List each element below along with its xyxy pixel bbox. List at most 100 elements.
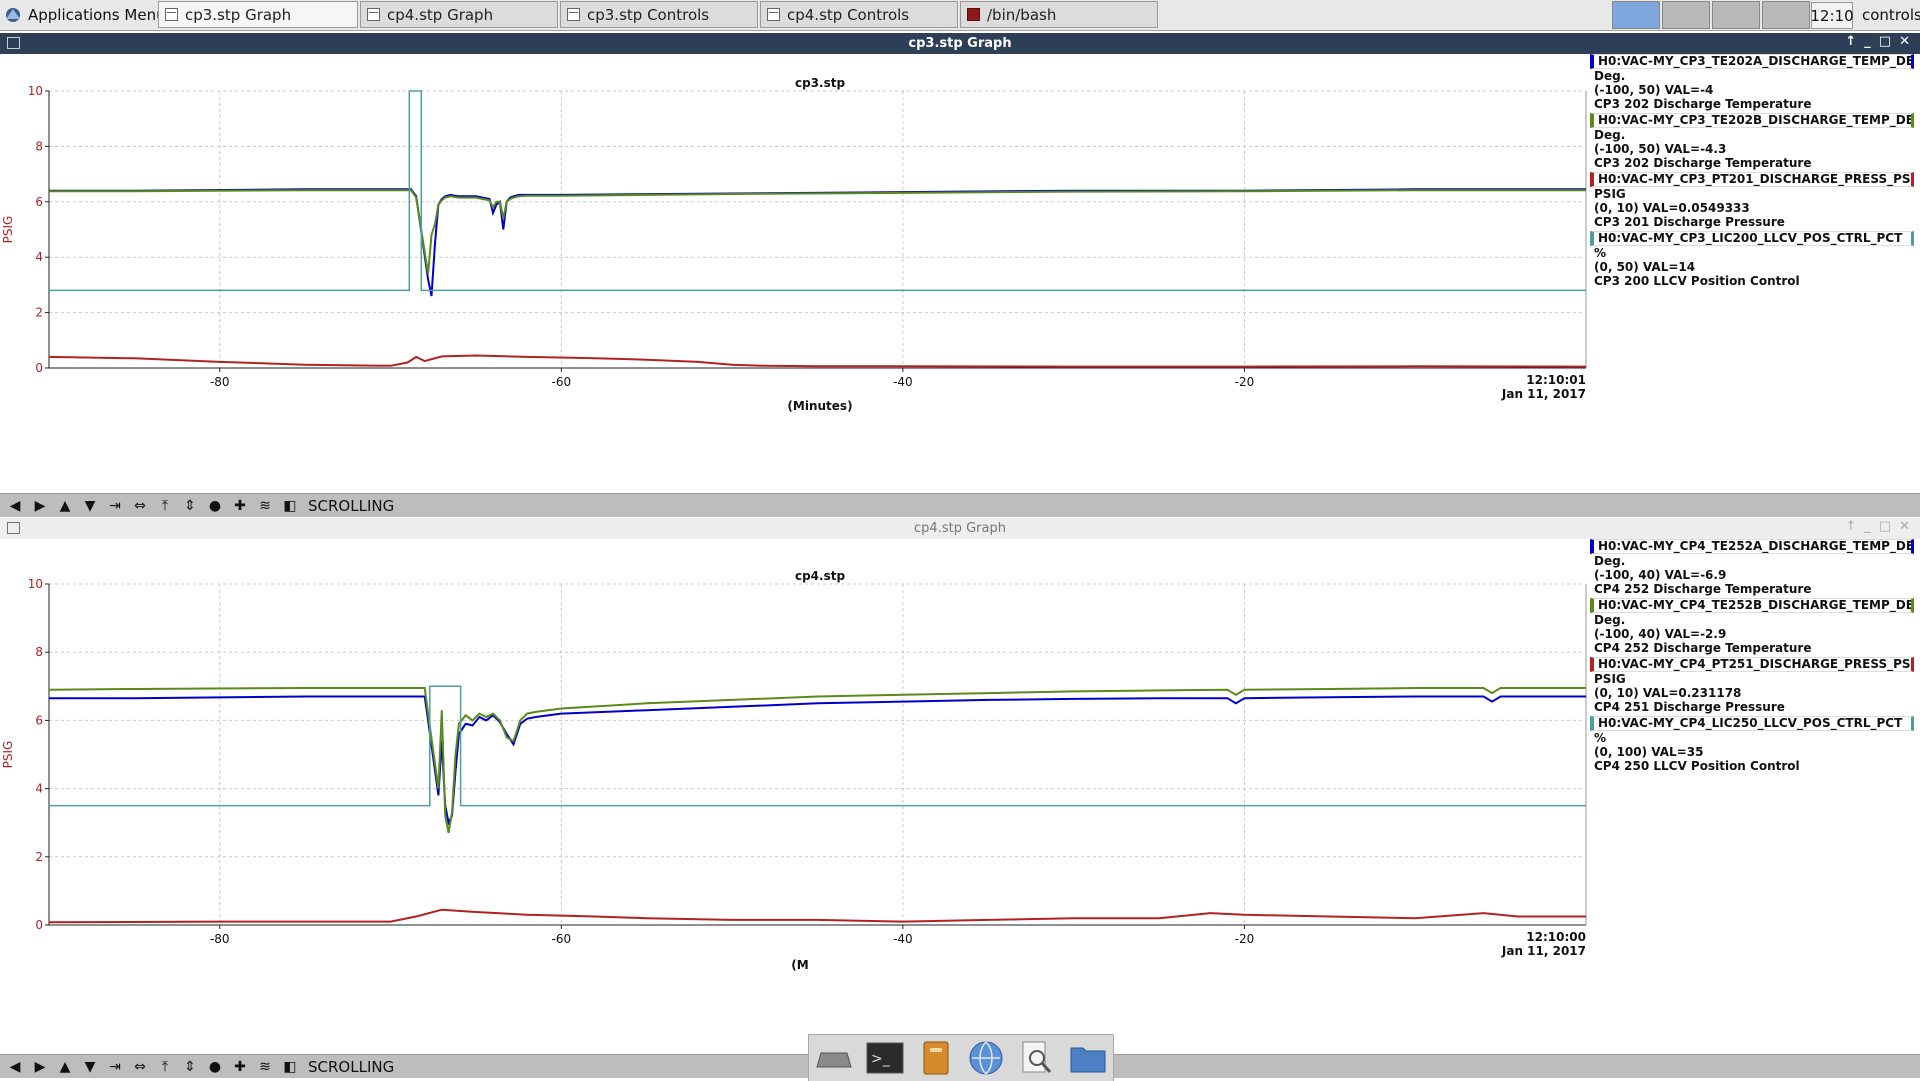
search-icon[interactable] [1018,1039,1056,1077]
scroll-right-icon[interactable]: ▶ [29,1057,51,1077]
legend-channel-name[interactable]: H0:VAC-MY_CP3_PT201_DISCHARGE_PRESS_PSIG [1590,172,1914,187]
x-axis-label: (Minutes) [787,399,852,413]
zoom-out-x-icon[interactable]: ⇔ [129,496,151,516]
legend-channel-name[interactable]: H0:VAC-MY_CP3_TE202A_DISCHARGE_TEMP_DEGC [1590,54,1914,69]
web-browser-icon[interactable] [967,1039,1005,1077]
user-label[interactable]: controls [1862,2,1920,27]
auto-scale-icon[interactable]: ≋ [254,1057,276,1077]
current-time: 12:10:01 [1526,373,1586,387]
legend-channel-name[interactable]: H0:VAC-MY_CP3_LIC200_LLCV_POS_CTRL_PCT [1590,231,1914,246]
legend-entry[interactable]: H0:VAC-MY_CP3_PT201_DISCHARGE_PRESS_PSIG… [1590,172,1920,229]
legend-channel-name[interactable]: H0:VAC-MY_CP4_TE252B_DISCHARGE_TEMP_DEGC [1590,598,1914,613]
scroll-down-icon[interactable]: ▼ [79,1057,101,1077]
file-manager-icon[interactable] [917,1039,955,1077]
y-tick-label: 0 [35,918,43,932]
legend-unit: Deg. [1594,554,1626,568]
scrolling-label: SCROLLING [308,1057,395,1076]
legend-range: (0, 10) VAL=0.231178 [1594,686,1742,700]
x-tick-label: -60 [552,932,572,946]
zoom-out-x-icon[interactable]: ⇔ [129,1057,151,1077]
stripchart-plot[interactable]: cp4.stp 0 2 4 6 8 10 PSIG -80 -60 -40 -20 12:10:00Ja… [0,539,1590,1054]
legend-desc: CP4 250 LLCV Position Control [1594,759,1800,773]
legend-desc: CP4 252 Discharge Temperature [1594,582,1812,596]
close-icon[interactable]: ✕ [1899,519,1910,534]
svg-text:>_: >_ [871,1051,891,1067]
legend-channel-name[interactable]: H0:VAC-MY_CP4_TE252A_DISCHARGE_TEMP_DEGC [1590,539,1914,554]
legend-entry[interactable]: H0:VAC-MY_CP4_TE252A_DISCHARGE_TEMP_DEGC… [1590,539,1920,596]
window-icon [767,8,780,21]
zoom-in-y-icon[interactable]: ⤒ [154,496,176,516]
window-buttons: ↑ _ □ ✕ [1845,519,1910,534]
legend-entry[interactable]: H0:VAC-MY_CP4_LIC250_LLCV_POS_CTRL_PCT%(… [1590,716,1920,773]
reset-icon[interactable]: ● [204,496,226,516]
workspace-pager[interactable] [1612,1,1810,29]
zoom-in-y-icon[interactable]: ⤒ [154,1057,176,1077]
window-menu-icon[interactable] [7,37,20,49]
task-cp4-graph[interactable]: cp4.stp Graph [360,1,558,28]
maximize-icon[interactable]: □ [1879,34,1891,49]
zoom-in-x-icon[interactable]: ⇥ [104,1057,126,1077]
legend-entry[interactable]: H0:VAC-MY_CP4_PT251_DISCHARGE_PRESS_PSIG… [1590,657,1920,714]
window-icon [367,8,380,21]
legend-entry[interactable]: H0:VAC-MY_CP3_TE202A_DISCHARGE_TEMP_DEGC… [1590,54,1920,111]
zoom-out-y-icon[interactable]: ⇕ [179,496,201,516]
workspace-1[interactable] [1612,1,1660,29]
shade-icon[interactable]: ↑ [1845,519,1856,534]
legend-channel-name[interactable]: H0:VAC-MY_CP4_LIC250_LLCV_POS_CTRL_PCT [1590,716,1914,731]
y-tick-label: 4 [35,250,43,264]
window-titlebar[interactable]: cp4.stp Graph ↑ _ □ ✕ [0,518,1920,539]
auto-scale-icon[interactable]: ≋ [254,496,276,516]
zoom-in-x-icon[interactable]: ⇥ [104,496,126,516]
task-cp4-controls[interactable]: cp4.stp Controls [760,1,958,28]
legend-desc: CP3 202 Discharge Temperature [1594,97,1812,111]
legend-unit: PSIG [1594,672,1626,686]
clock[interactable]: 12:10 [1810,2,1854,29]
applications-menu[interactable]: Applications Menu [2,2,166,28]
legend-entry[interactable]: H0:VAC-MY_CP3_TE202B_DISCHARGE_TEMP_DEGC… [1590,113,1920,170]
scroll-down-icon[interactable]: ▼ [79,496,101,516]
legend-channel-name[interactable]: H0:VAC-MY_CP4_PT251_DISCHARGE_PRESS_PSIG [1590,657,1914,672]
cp3-graph-window: cp3.stp Graph ↑ _ □ ✕ cp3.stp 0 2 4 6 8 10 PSIG… [0,33,1920,517]
legend-unit: % [1594,246,1607,260]
app-menu-logo-icon [6,8,20,22]
window-titlebar[interactable]: cp3.stp Graph ↑ _ □ ✕ [0,33,1920,54]
minimize-icon[interactable]: _ [1864,519,1871,534]
jump-end-icon[interactable]: ◧ [279,1057,301,1077]
scroll-left-icon[interactable]: ◀ [4,496,26,516]
add-icon[interactable]: ✚ [229,496,251,516]
legend-range: (-100, 50) VAL=-4 [1594,83,1714,97]
workspace-4[interactable] [1762,1,1810,29]
y-axis-label: PSIG [1,216,15,244]
scroll-left-icon[interactable]: ◀ [4,1057,26,1077]
window-menu-icon[interactable] [7,522,20,534]
workspace-3[interactable] [1712,1,1760,29]
stripchart-plot[interactable]: cp3.stp 0 2 4 6 8 10 PSIG -80 -60 -40 -20 12:10:01Ja… [0,54,1590,493]
legend-range: (-100, 50) VAL=-4.3 [1594,142,1727,156]
cp4-graph-window: cp4.stp Graph ↑ _ □ ✕ cp4.stp 0 2 4 6 8 10 PSIG… [0,518,1920,1080]
task-cp3-graph[interactable]: cp3.stp Graph [158,1,358,28]
maximize-icon[interactable]: □ [1879,519,1891,534]
reset-icon[interactable]: ● [204,1057,226,1077]
minimize-icon[interactable]: _ [1864,34,1871,49]
scroll-right-icon[interactable]: ▶ [29,496,51,516]
y-tick-label: 10 [28,84,43,98]
y-tick-label: 6 [35,195,43,209]
legend-channel-name[interactable]: H0:VAC-MY_CP3_TE202B_DISCHARGE_TEMP_DEGC [1590,113,1914,128]
close-icon[interactable]: ✕ [1899,34,1910,49]
task-cp3-controls[interactable]: cp3.stp Controls [560,1,758,28]
scroll-up-icon[interactable]: ▲ [54,1057,76,1077]
zoom-out-y-icon[interactable]: ⇕ [179,1057,201,1077]
show-desktop-icon[interactable] [815,1039,853,1077]
shade-icon[interactable]: ↑ [1845,34,1856,49]
folder-icon[interactable] [1069,1039,1107,1077]
legend-entry[interactable]: H0:VAC-MY_CP3_LIC200_LLCV_POS_CTRL_PCT%(… [1590,231,1920,288]
task-bash[interactable]: /bin/bash [960,1,1158,28]
plot-area: cp4.stp 0 2 4 6 8 10 PSIG -80 -60 -40 -20 12:10:00 Ja… [0,539,1920,1054]
add-icon[interactable]: ✚ [229,1057,251,1077]
scroll-up-icon[interactable]: ▲ [54,496,76,516]
window-icon [567,8,580,21]
jump-end-icon[interactable]: ◧ [279,496,301,516]
terminal-launcher-icon[interactable]: >_ [866,1039,904,1077]
workspace-2[interactable] [1662,1,1710,29]
legend-entry[interactable]: H0:VAC-MY_CP4_TE252B_DISCHARGE_TEMP_DEGC… [1590,598,1920,655]
